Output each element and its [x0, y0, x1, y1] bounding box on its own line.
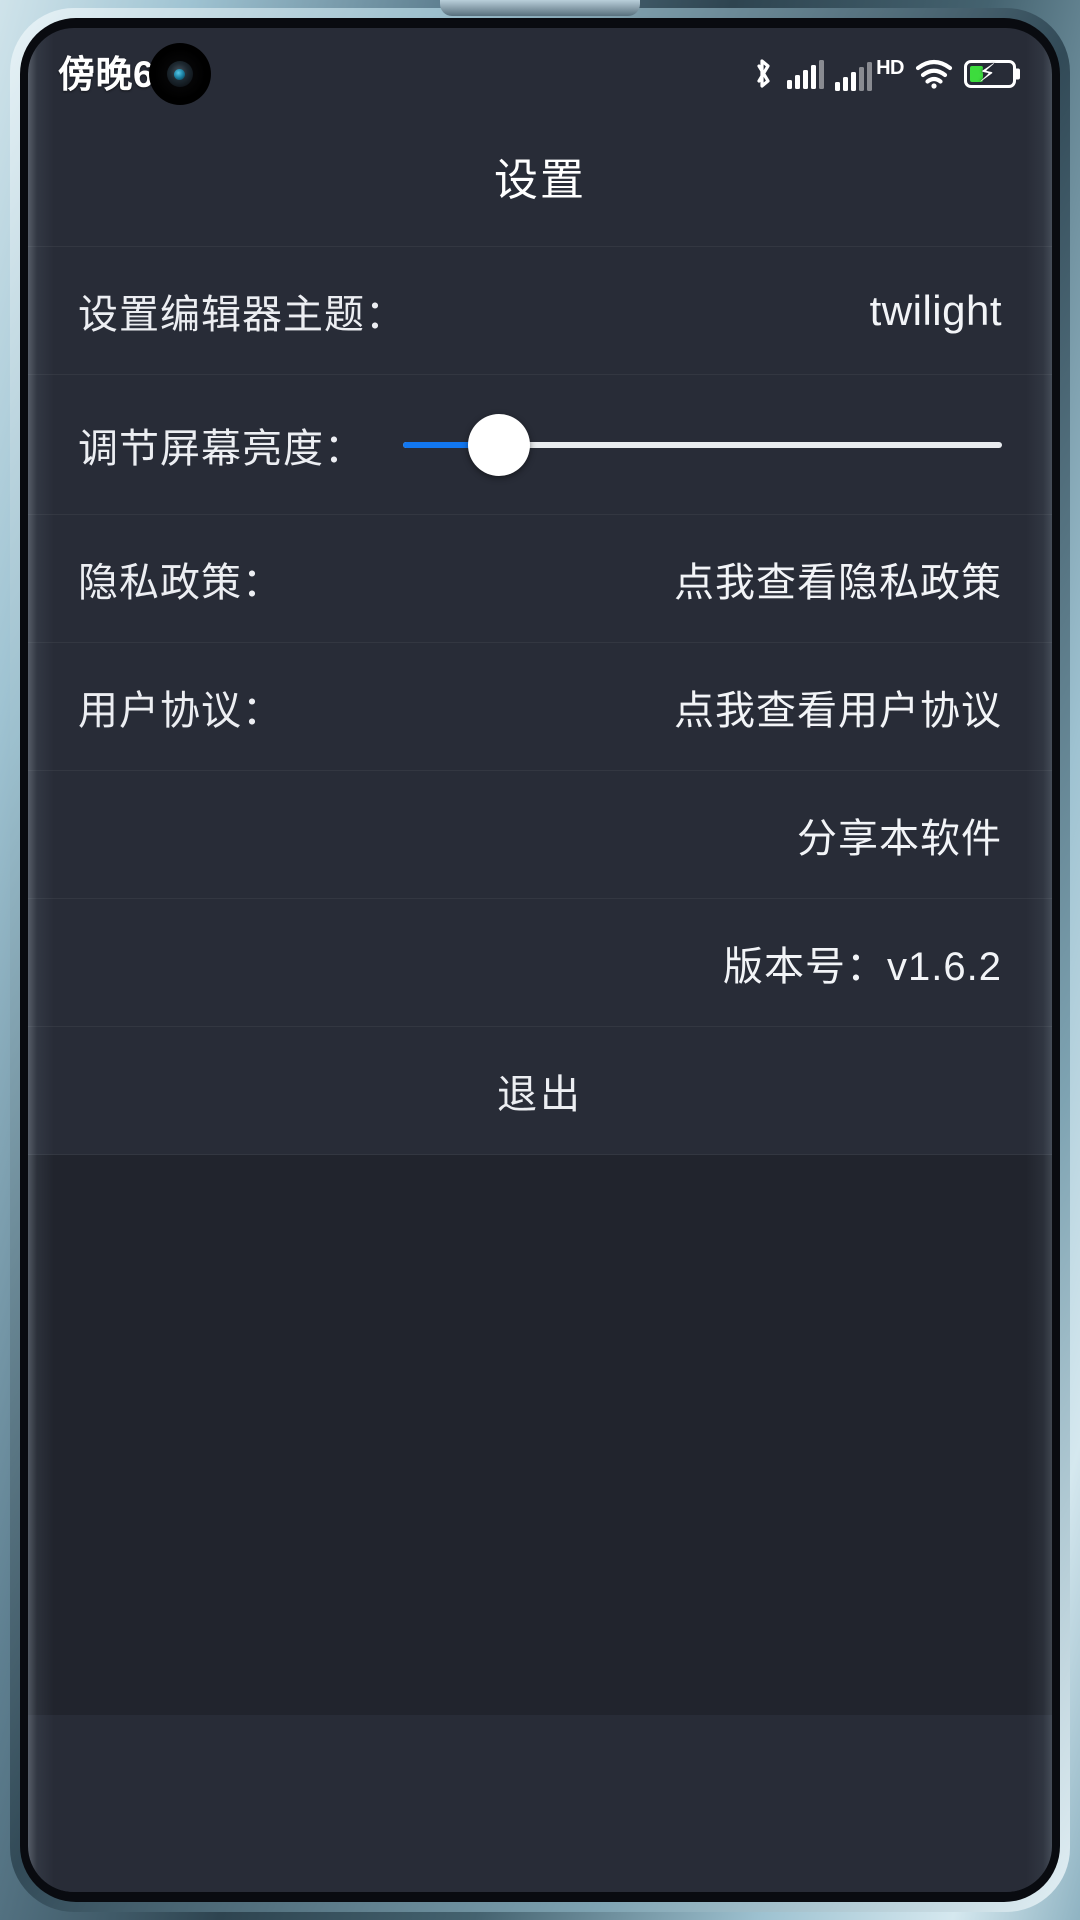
status-bar-right: HD ⚡ — [750, 57, 1016, 91]
bluetooth-icon — [750, 57, 776, 91]
status-bar: 傍晚6: HD ⚡ — [28, 28, 1052, 120]
share-app-button[interactable]: 分享本软件 — [797, 806, 1002, 864]
bottom-empty-area — [28, 1155, 1052, 1715]
hd-label: HD — [876, 56, 904, 79]
settings-row-label: 隐私政策： — [78, 560, 283, 605]
settings-row-label: 调节屏幕亮度： — [78, 426, 365, 471]
cellular-signal-icon — [787, 59, 825, 89]
battery-charging-icon: ⚡ — [964, 60, 1016, 88]
wifi-icon — [915, 59, 953, 89]
brightness-slider[interactable] — [403, 413, 1002, 477]
page-title: 设置 — [494, 156, 586, 205]
settings-row-label: 用户协议： — [78, 688, 283, 733]
settings-row-exit[interactable]: 退出 — [28, 1027, 1052, 1155]
slider-thumb[interactable] — [467, 413, 530, 476]
settings-row-editor-theme[interactable]: 设置编辑器主题： twilight — [28, 247, 1052, 375]
battery-bolt-icon: ⚡ — [978, 59, 997, 88]
version-value: 版本号：v1.6.2 — [723, 944, 1002, 989]
settings-row-privacy-policy[interactable]: 隐私政策： 点我查看隐私政策 — [28, 515, 1052, 643]
settings-row-brightness[interactable]: 调节屏幕亮度： — [28, 375, 1052, 515]
camera-lens-inner-icon — [174, 68, 186, 80]
camera-punch-hole-icon — [148, 43, 211, 105]
settings-row-user-agreement[interactable]: 用户协议： 点我查看用户协议 — [28, 643, 1052, 771]
privacy-policy-link[interactable]: 点我查看隐私政策 — [674, 550, 1002, 608]
status-bar-left: 傍晚6: — [58, 43, 211, 105]
earpiece-speaker — [440, 0, 640, 16]
app-body: 设置 设置编辑器主题： twilight 调节屏幕亮度： 隐私政策： 点我查看隐… — [28, 120, 1052, 1892]
settings-row-label: 设置编辑器主题： — [78, 292, 406, 337]
hd-signal-group: HD — [835, 58, 904, 91]
settings-row-version: 版本号：v1.6.2 — [28, 899, 1052, 1027]
camera-lens-icon — [166, 61, 193, 87]
user-agreement-link[interactable]: 点我查看用户协议 — [674, 678, 1002, 736]
exit-button[interactable]: 退出 — [497, 1062, 583, 1120]
phone-frame: 傍晚6: HD ⚡ 设置 设置编辑器主题： twilight 调节屏幕亮度： 隐… — [0, 0, 1080, 1920]
settings-row-share-app[interactable]: 分享本软件 — [28, 771, 1052, 899]
phone-screen: 傍晚6: HD ⚡ 设置 设置编辑器主题： twilight 调节屏幕亮度： 隐… — [28, 28, 1052, 1892]
settings-list: 设置编辑器主题： twilight 调节屏幕亮度： 隐私政策： 点我查看隐私政策 — [28, 246, 1052, 1155]
editor-theme-value: twilight — [869, 286, 1002, 334]
cellular-signal-2-icon — [835, 61, 873, 91]
